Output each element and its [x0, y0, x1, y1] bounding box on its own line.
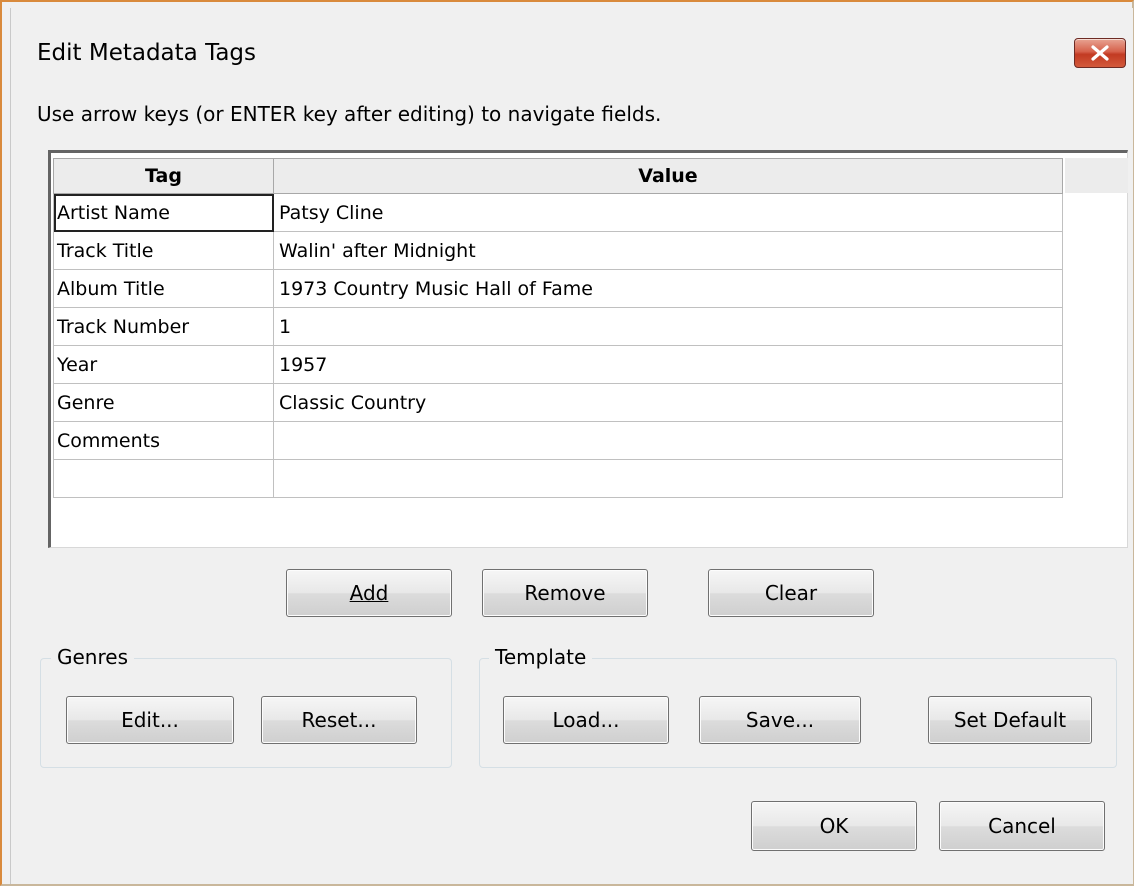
value-cell[interactable]: Classic Country [273, 383, 1063, 422]
ok-button-label: OK [819, 814, 849, 838]
value-cell[interactable]: 1973 Country Music Hall of Fame [273, 269, 1063, 308]
table-row: Artist Name Patsy Cline [53, 193, 1063, 232]
instruction-text: Use arrow keys (or ENTER key after editi… [37, 102, 662, 126]
genres-reset-label: Reset... [301, 708, 377, 732]
template-save-label: Save... [745, 708, 815, 732]
table-row: Track Number 1 [53, 307, 1063, 346]
tag-cell[interactable]: Year [53, 345, 274, 384]
tag-cell[interactable]: Genre [53, 383, 274, 422]
tag-cell[interactable] [53, 459, 274, 498]
template-save-button[interactable]: Save... [699, 696, 861, 744]
tag-cell[interactable]: Track Title [53, 231, 274, 270]
genres-reset-button[interactable]: Reset... [261, 696, 417, 744]
clear-button[interactable]: Clear [708, 569, 874, 617]
table-row: Year 1957 [53, 345, 1063, 384]
tag-cell[interactable]: Artist Name [53, 193, 274, 232]
remove-button[interactable]: Remove [482, 569, 648, 617]
template-load-button[interactable]: Load... [503, 696, 669, 744]
tag-cell[interactable]: Album Title [53, 269, 274, 308]
table-row: Genre Classic Country [53, 383, 1063, 422]
genres-edit-button[interactable]: Edit... [66, 696, 234, 744]
value-cell[interactable]: 1957 [273, 345, 1063, 384]
genres-edit-label: Edit... [121, 708, 179, 732]
close-icon [1091, 45, 1109, 61]
table-row: Album Title 1973 Country Music Hall of F… [53, 269, 1063, 308]
value-cell[interactable]: Walin' after Midnight [273, 231, 1063, 270]
cancel-button[interactable]: Cancel [939, 801, 1105, 851]
table-row [53, 459, 1063, 498]
window-title: Edit Metadata Tags [37, 40, 256, 66]
template-load-label: Load... [552, 708, 620, 732]
cancel-button-label: Cancel [988, 814, 1056, 838]
add-button[interactable]: Add [286, 569, 452, 617]
template-set-default-label: Set Default [953, 708, 1067, 732]
template-set-default-button[interactable]: Set Default [928, 696, 1092, 744]
remove-button-label: Remove [524, 581, 606, 605]
table-header-row: Tag Value [53, 158, 1063, 194]
table-row: Track Title Walin' after Midnight [53, 231, 1063, 270]
column-header-value[interactable]: Value [273, 158, 1063, 194]
value-cell[interactable]: Patsy Cline [273, 193, 1063, 232]
edit-metadata-dialog: Edit Metadata Tags Use arrow keys (or EN… [10, 8, 1133, 884]
clear-button-label: Clear [764, 581, 818, 605]
tag-cell[interactable]: Track Number [53, 307, 274, 346]
close-button[interactable] [1074, 38, 1126, 68]
grid-header-filler [1065, 158, 1128, 193]
table-row: Comments [53, 421, 1063, 460]
value-cell[interactable]: 1 [273, 307, 1063, 346]
add-button-label: Add [349, 581, 389, 605]
genres-group-label: Genres [51, 645, 134, 669]
tag-cell[interactable]: Comments [53, 421, 274, 460]
ok-button[interactable]: OK [751, 801, 917, 851]
tag-grid[interactable]: Tag Value Artist Name Patsy Cline Track … [48, 150, 1128, 548]
value-cell[interactable] [273, 421, 1063, 460]
template-group-label: Template [489, 645, 593, 669]
column-header-tag[interactable]: Tag [53, 158, 274, 194]
tag-table: Tag Value Artist Name Patsy Cline Track … [53, 158, 1063, 498]
value-cell[interactable] [273, 459, 1063, 498]
